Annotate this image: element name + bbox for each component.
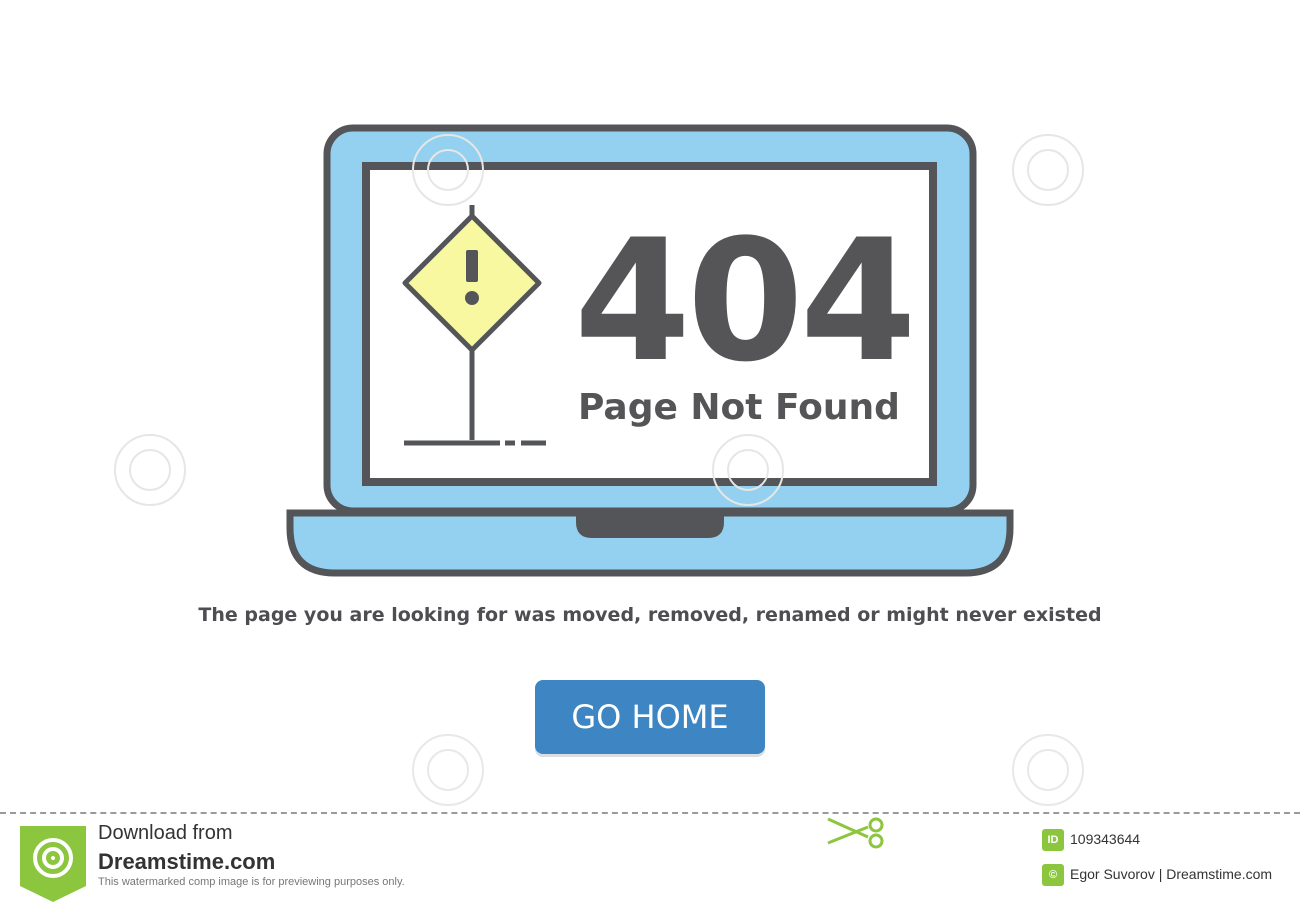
dreamstime-logo-icon — [20, 826, 86, 902]
author-credit: Egor Suvorov | Dreamstime.com — [1070, 866, 1273, 882]
page-not-found-title: Page Not Found — [578, 387, 900, 428]
copyright-icon: © — [1042, 864, 1064, 886]
site-name[interactable]: Dreamstime.com — [98, 849, 275, 875]
id-icon: ID — [1042, 829, 1064, 851]
download-label: Download from — [98, 822, 233, 844]
watermark-spirals-bottom — [412, 734, 1084, 806]
laptop-notch — [576, 513, 724, 538]
footer-divider — [0, 812, 1300, 814]
watermark-note: This watermarked comp image is for previ… — [98, 876, 405, 888]
watermark-footer: Download from Dreamstime.com This waterm… — [0, 815, 1300, 903]
error-code: 404 — [574, 203, 917, 399]
image-id: 109343644 — [1070, 831, 1141, 847]
error-message: The page you are looking for was moved, … — [198, 604, 1102, 626]
scissors-icon — [827, 817, 884, 849]
